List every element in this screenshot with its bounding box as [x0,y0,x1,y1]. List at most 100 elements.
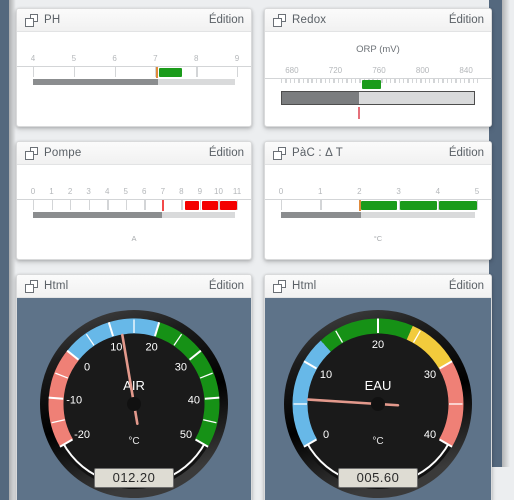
value-marker [359,200,362,211]
axis-tick [450,79,453,83]
meter-fill [282,92,359,104]
axis-tick [355,79,357,83]
edit-link[interactable]: Édition [209,280,244,292]
threshold-band [399,201,437,210]
meter-track [33,212,235,218]
gauge-tick-label: 50 [180,429,192,441]
scale-label: 1 [49,187,54,196]
axis-tick [411,79,414,83]
left-edge-shadow [9,0,16,500]
axis-tick [285,79,287,83]
gauge-tick-label: 40 [424,429,436,441]
threshold-band [201,201,218,210]
gauge-tick-label: 20 [372,339,384,351]
axis-tick [33,200,35,210]
scale-label: 11 [232,187,242,196]
scale-labels: 0 1 2 3 4 5 6 7 8 9 10 11 [17,187,251,198]
card-header: Redox Édition [265,9,491,32]
card-title: Html [292,280,317,292]
edit-link[interactable]: Édition [209,14,244,26]
scale-label: 840 [459,66,473,75]
scale-label: 3 [396,187,401,196]
threshold-band [438,201,477,210]
clone-icon [25,13,38,27]
card-title: Redox [292,14,327,26]
gauge-tick [204,396,220,400]
axis-tick [402,79,405,83]
value-marker [156,67,159,78]
axis-tick [324,79,326,83]
axis-tick [437,79,440,83]
scale-labels: 0 1 2 3 4 5 [265,187,491,198]
axis-tick [51,200,53,210]
axis-tick [424,79,427,83]
scale-label: 4 [30,54,36,63]
axis-tick [429,79,431,83]
low-value-marker [358,107,360,119]
gauge-unit: °C [128,436,139,447]
card-title: PàC : Δ T [292,147,344,159]
meter-unit: °C [373,234,383,243]
axis-tick [359,79,361,83]
meter-bar-row [265,91,491,105]
card-title: Pompe [44,147,82,159]
meter-body: 0 1 2 3 4 5 °C [265,165,491,259]
axis-tick [302,79,305,83]
scale-label: 9 [234,54,240,63]
threshold-band [220,201,237,210]
gauge-tick-label: 10 [320,369,332,381]
axis-tick [320,200,322,210]
axis-tick [407,79,409,83]
axis-tick [307,79,309,83]
card-header: PH Édition [17,9,251,32]
meter-track [33,79,235,85]
meter-bar-row [265,212,491,224]
axis-tick [320,79,322,83]
axis-tick [33,67,35,77]
meter-axis [265,199,491,211]
axis-tick [446,79,448,83]
edit-link[interactable]: Édition [449,280,484,292]
scale-label: 5 [71,54,77,63]
edit-link[interactable]: Édition [209,147,244,159]
meter-fill [281,212,361,218]
axis-tick [472,79,475,83]
card-pac-delta-t: PàC : Δ T Édition 0 1 2 3 4 5 °C [264,141,492,260]
card-header: PàC : Δ T Édition [265,142,491,165]
threshold-band [185,201,199,210]
threshold-band [361,80,382,89]
gauge-readout: 005.60 [338,468,418,488]
clone-icon [273,279,286,293]
card-pompe: Pompe Édition 0 1 2 3 4 5 6 7 8 9 10 11 A [16,141,252,260]
axis-tick [385,79,387,83]
gauge-label: AIR [123,378,145,393]
axis-tick [468,79,470,83]
dashboard-grid: PH Édition 4 5 6 7 8 9 Redox Édition ORP (mV) 680 72… [16,8,500,500]
gauge-tick-label: 0 [323,429,329,441]
gauge-unit: °C [372,436,383,447]
axis-tick [289,79,292,83]
scale-label: 760 [372,66,386,75]
edit-link[interactable]: Édition [449,147,484,159]
axis-tick [333,79,335,83]
meter-body: 4 5 6 7 8 9 [17,32,251,126]
axis-tick [381,79,383,83]
scale-label: 5 [474,187,480,196]
card-header: Html Édition [17,275,251,298]
right-edge-shadow [502,0,510,467]
meter-unit: A [131,234,137,243]
scale-label: 2 [67,187,73,196]
axis-tick [144,200,146,210]
scale-label: 680 [285,66,299,75]
meter-bar-row [17,79,251,91]
scale-label: 7 [160,187,166,196]
gauge-tick-label: -10 [66,395,82,407]
axis-tick [114,67,116,77]
card-html-air: Html Édition -20 -10 0 10 20 30 40 50 AIR °C 012.20 [16,274,252,500]
axis-tick [389,79,392,83]
gauge-tick-label: 10 [110,342,122,354]
axis-tick [315,79,318,83]
scale-label: 0 [30,187,36,196]
axis-tick [107,200,109,210]
edit-link[interactable]: Édition [449,14,484,26]
